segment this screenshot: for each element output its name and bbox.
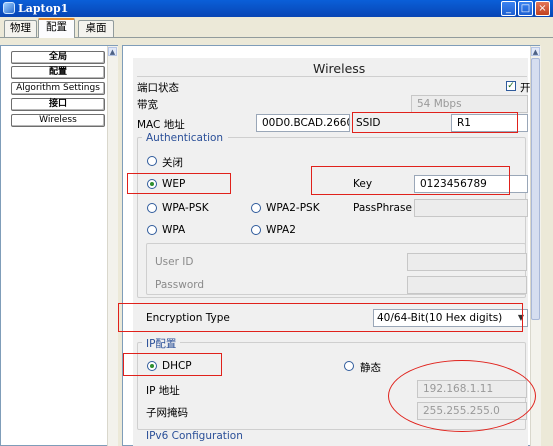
auth-off-label: 关闭 (162, 157, 183, 169)
auth-wpa-psk-label: WPA-PSK (162, 202, 209, 214)
password-label: Password (155, 279, 205, 291)
wep-highlight (127, 173, 231, 194)
sidebar-item-algorithm-settings[interactable]: Algorithm Settings (11, 82, 105, 95)
dhcp-highlight (123, 353, 222, 376)
auth-wpa-psk-radio[interactable] (147, 203, 157, 213)
page-title: Wireless (313, 61, 366, 76)
ip-highlight-ellipse (388, 360, 536, 432)
sidebar-item-config[interactable]: 配置 (11, 66, 105, 79)
maximize-button[interactable]: □ (518, 1, 533, 16)
close-button[interactable]: × (535, 1, 550, 16)
authentication-legend: Authentication (146, 132, 224, 144)
password-field (407, 276, 527, 294)
ipv6-legend: IPv6 Configuration (146, 430, 243, 442)
sidebar-item-interface[interactable]: 接口 (11, 98, 105, 111)
mac-address-field[interactable]: 00D0.BCAD.2660 (256, 114, 350, 132)
scrollbar-thumb[interactable] (531, 58, 540, 320)
sidebar-item-wireless[interactable]: Wireless (11, 114, 105, 127)
auth-wpa2-psk-radio[interactable] (251, 203, 261, 213)
tab-physical[interactable]: 物理 (4, 20, 37, 37)
user-id-label: User ID (155, 256, 194, 268)
static-radio[interactable] (344, 361, 354, 371)
mac-address-label: MAC 地址 (137, 119, 185, 131)
sidebar-item-global[interactable]: 全局 (11, 51, 105, 64)
port-status-label: 端口状态 (137, 82, 179, 94)
auth-wpa2-psk-label: WPA2-PSK (266, 202, 320, 214)
key-highlight (311, 166, 510, 195)
subnet-mask-label: 子网掩码 (146, 407, 188, 419)
title-bar (0, 0, 553, 17)
bandwidth-field: 54 Mbps (411, 95, 528, 113)
bandwidth-label: 带宽 (137, 99, 158, 111)
scroll-up-icon[interactable]: ▲ (108, 47, 117, 56)
passphrase-label: PassPhrase (353, 202, 412, 214)
auth-wpa2-label: WPA2 (266, 224, 296, 236)
ip-config-legend: IP配置 (146, 338, 177, 350)
title-divider (137, 76, 527, 77)
passphrase-field (414, 199, 528, 217)
minimize-button[interactable]: _ (501, 1, 516, 16)
auth-wpa2-radio[interactable] (251, 225, 261, 235)
tab-desktop[interactable]: 桌面 (78, 20, 114, 37)
ssid-highlight (352, 112, 518, 133)
port-on-label: 开 (520, 82, 531, 94)
scroll-up-icon[interactable]: ▲ (531, 47, 540, 56)
laptop-icon (3, 2, 15, 14)
window-title: Laptop1 (18, 2, 69, 15)
auth-wpa-label: WPA (162, 224, 186, 236)
tab-divider (0, 37, 553, 38)
port-on-checkbox[interactable]: ✓ (506, 81, 516, 91)
user-id-field (407, 253, 527, 271)
sidebar-scrollbar[interactable] (107, 46, 118, 446)
ip-address-label: IP 地址 (146, 385, 180, 397)
encryption-highlight (118, 303, 523, 332)
static-label: 静态 (360, 362, 381, 374)
tab-config[interactable]: 配置 (38, 18, 75, 38)
auth-wpa-radio[interactable] (147, 225, 157, 235)
auth-off-radio[interactable] (147, 156, 157, 166)
